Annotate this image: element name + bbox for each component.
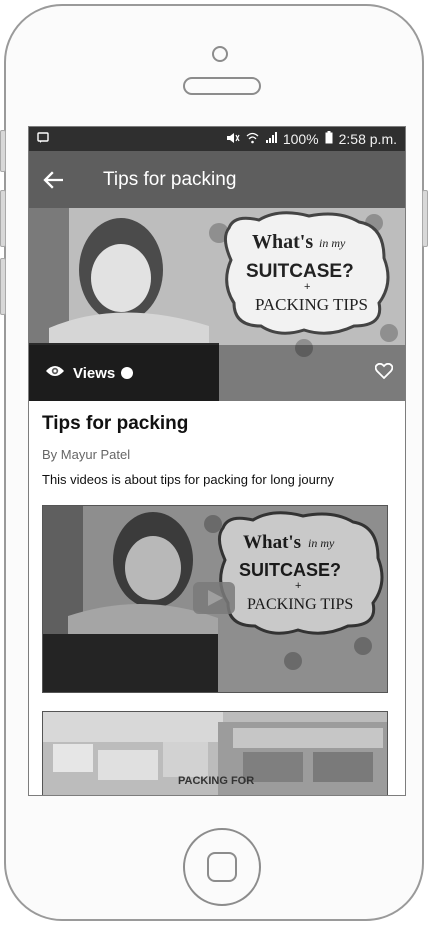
page-title: Tips for packing — [103, 168, 237, 190]
hero-text-line1-small: in my — [319, 236, 346, 250]
heart-icon — [374, 362, 394, 379]
favorite-button[interactable] — [374, 362, 394, 384]
clock: 2:58 p.m. — [338, 131, 397, 147]
earpiece-speaker — [183, 77, 261, 95]
hero-text-line1: What's — [252, 231, 313, 253]
phone-power-button — [422, 190, 428, 247]
status-bar: 100% 2:58 p.m. — [29, 127, 405, 151]
screen: 100% 2:58 p.m. Tips for packing What's i… — [28, 126, 406, 796]
card-text-line2: SUITCASE? — [239, 560, 341, 580]
post-description: This videos is about tips for packing fo… — [42, 472, 334, 487]
hero-text-line3: PACKING TIPS — [255, 295, 368, 314]
post-content: Tips for packing By Mayur Patel This vid… — [29, 401, 405, 795]
phone-side-button — [0, 130, 6, 172]
front-camera — [212, 46, 228, 62]
post-author: By Mayur Patel — [42, 447, 131, 462]
card2-text-line1: PACKING FOR — [178, 775, 254, 787]
battery-icon — [325, 131, 333, 147]
signal-icon — [265, 131, 277, 147]
wifi-icon — [246, 131, 259, 147]
play-icon[interactable] — [193, 582, 235, 614]
video-thumbnail: What's in my SUITCASE? + PACKING TIPS — [43, 506, 387, 692]
hero-overlay: Views — [29, 345, 405, 401]
views-label: Views — [73, 364, 116, 382]
hero-text-plus: + — [304, 281, 310, 293]
views-count-dot — [121, 367, 134, 379]
video-card[interactable]: PACKING FOR — [42, 711, 388, 795]
back-button[interactable] — [41, 168, 65, 192]
card-text-line1-small: in my — [308, 536, 335, 550]
card-text-plus: + — [295, 580, 301, 592]
home-button[interactable] — [183, 828, 261, 906]
card-text-line3: PACKING TIPS — [247, 596, 353, 613]
phone-volume-up-button — [0, 190, 6, 247]
mute-icon — [226, 131, 240, 147]
video-thumbnail: PACKING FOR — [43, 712, 387, 795]
phone-volume-down-button — [0, 258, 6, 315]
hero-thumbnail[interactable]: What's in my SUITCASE? + PACKING TIPS Vi… — [29, 208, 405, 401]
notification-icon — [37, 131, 49, 147]
video-card[interactable]: What's in my SUITCASE? + PACKING TIPS — [42, 505, 388, 693]
app-bar: Tips for packing — [29, 151, 405, 208]
arrow-left-icon — [43, 170, 63, 189]
eye-icon — [45, 364, 65, 383]
card-text-line1: What's — [243, 532, 301, 553]
home-button-inner — [207, 852, 237, 882]
battery-percent: 100% — [282, 131, 319, 147]
status-right: 100% 2:58 p.m. — [226, 131, 397, 147]
post-title: Tips for packing — [42, 413, 189, 434]
hero-text-line2: SUITCASE? — [246, 261, 354, 282]
